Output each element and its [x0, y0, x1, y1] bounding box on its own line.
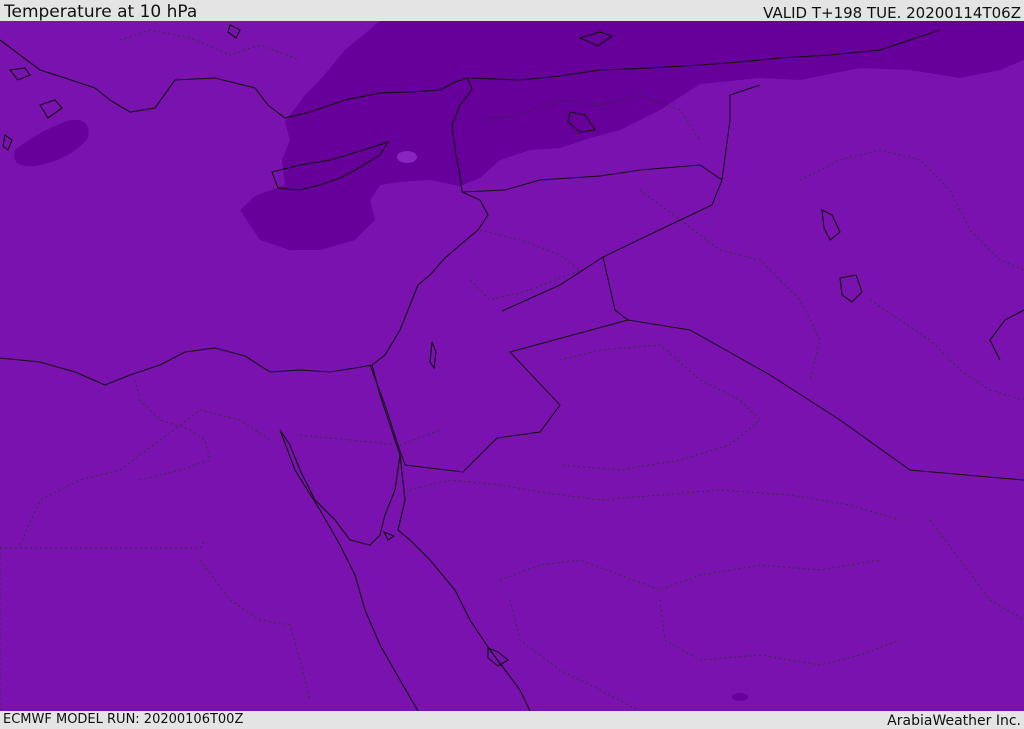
footer-bar: ECMWF MODEL RUN: 20200106T00Z ArabiaWeat…	[0, 711, 1024, 729]
valid-time: VALID T+198 TUE. 20200114T06Z	[763, 4, 1021, 22]
map-title: Temperature at 10 hPa	[4, 2, 198, 22]
credit-text: ArabiaWeather Inc.	[887, 713, 1021, 729]
header-bar: Temperature at 10 hPa VALID T+198 TUE. 2…	[0, 0, 1024, 21]
cold-blob-south	[732, 693, 748, 701]
cold-blob-small	[397, 151, 417, 163]
map-canvas[interactable]	[0, 21, 1024, 711]
forecast-map	[0, 21, 1024, 711]
model-run: ECMWF MODEL RUN: 20200106T00Z	[3, 712, 244, 727]
